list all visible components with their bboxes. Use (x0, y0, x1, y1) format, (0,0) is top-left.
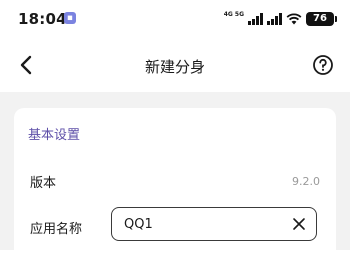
version-value: 9.2.0 (292, 175, 320, 188)
help-icon[interactable] (312, 54, 334, 76)
section-title: 基本设置 (28, 128, 81, 143)
version-label: 版本 (30, 176, 57, 191)
app-name-label: 应用名称 (30, 222, 83, 237)
nav-bar: 新建分身 (0, 40, 350, 92)
clear-icon[interactable] (292, 217, 306, 231)
battery-indicator: 76 (306, 12, 337, 26)
status-time: 18:04 (18, 10, 67, 28)
notification-badge: ◾ (64, 12, 76, 24)
network-type-label: 4G 5G (223, 10, 244, 18)
page-title: 新建分身 (144, 58, 205, 76)
app-name-input[interactable] (124, 208, 284, 240)
signal-icon (248, 13, 282, 25)
status-icons: 4G 5G 76 (223, 10, 337, 27)
status-bar: 18:04 ◾ 4G 5G 76 (0, 0, 350, 40)
wifi-icon (286, 13, 302, 25)
app-name-field[interactable] (111, 207, 317, 241)
